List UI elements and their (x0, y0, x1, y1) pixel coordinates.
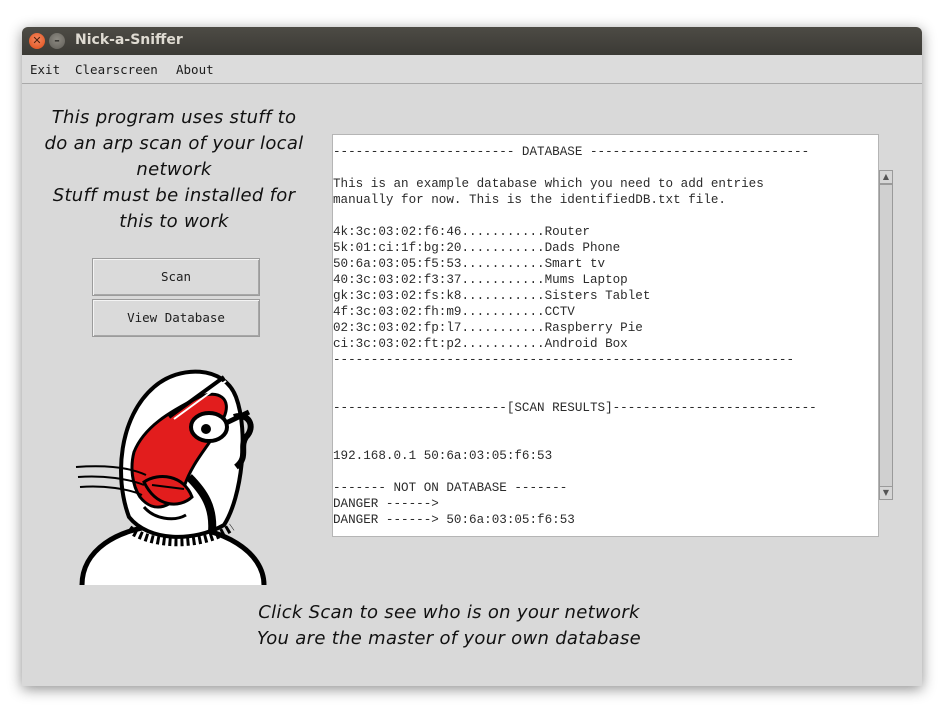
minimize-window-button[interactable]: – (49, 33, 65, 49)
title-bar[interactable]: ✕ – Nick-a-Sniffer (22, 27, 922, 55)
menu-bar: Exit Clearscreen About (22, 55, 922, 84)
output-scrollbar[interactable]: ▲ ▼ (879, 170, 893, 500)
close-window-button[interactable]: ✕ (29, 33, 45, 49)
output-line: DANGER ------> (333, 497, 439, 511)
output-line: This is an example database which you ne… (333, 177, 764, 191)
mascot-image (74, 357, 274, 587)
app-window: ✕ – Nick-a-Sniffer Exit Clearscreen Abou… (22, 27, 922, 686)
scroll-down-icon[interactable]: ▼ (880, 486, 892, 499)
footer-message: Click Scan to see who is on your network… (234, 600, 664, 652)
output-line: 4f:3c:03:02:fh:m9...........CCTV (333, 305, 575, 319)
output-line: gk:3c:03:02:fs:k8...........Sisters Tabl… (333, 289, 651, 303)
output-line: 5k:01:ci:1f:bg:20...........Dads Phone (333, 241, 621, 255)
output-line: ------- NOT ON DATABASE ------- (333, 481, 568, 495)
output-line: 02:3c:03:02:fp:l7...........Raspberry Pi… (333, 321, 643, 335)
window-title: Nick-a-Sniffer (75, 32, 183, 48)
intro-line: do an arp scan of your local (44, 133, 304, 154)
intro-line: This program uses stuff to (51, 107, 297, 128)
output-line: 40:3c:03:02:f3:37...........Mums Laptop (333, 273, 628, 287)
intro-line: Stuff must be installed for (52, 185, 296, 206)
scan-button[interactable]: Scan (92, 258, 260, 296)
intro-line: this to work (119, 211, 229, 232)
menu-exit[interactable]: Exit (30, 62, 60, 77)
output-textbox[interactable]: ------------------------ DATABASE ------… (332, 134, 879, 537)
footer-line-1: Click Scan to see who is on your network (258, 602, 640, 623)
intro-text: This program uses stuff to do an arp sca… (34, 105, 314, 235)
output-text: ------------------------ DATABASE ------… (333, 144, 863, 534)
output-line: ------------------------ DATABASE ------… (333, 145, 810, 159)
output-line: manually for now. This is the identified… (333, 193, 726, 207)
output-line: -----------------------[SCAN RESULTS]---… (333, 401, 817, 415)
output-line: ----------------------------------------… (333, 353, 795, 367)
intro-line: network (136, 159, 212, 180)
output-line: DANGER ------> 50:6a:03:05:f6:53 (333, 513, 575, 527)
menu-about[interactable]: About (176, 62, 214, 77)
scroll-up-icon[interactable]: ▲ (880, 171, 892, 184)
output-line: 192.168.0.1 50:6a:03:05:f6:53 (333, 449, 553, 463)
output-line: ci:3c:03:02:ft:p2...........Android Box (333, 337, 628, 351)
view-database-button[interactable]: View Database (92, 299, 260, 337)
footer-line-2: You are the master of your own database (256, 628, 642, 649)
output-line: 50:6a:03:05:f5:53...........Smart tv (333, 257, 606, 271)
menu-clearscreen[interactable]: Clearscreen (75, 62, 158, 77)
scrollbar-thumb[interactable] (880, 184, 892, 488)
output-line: 4k:3c:03:02:f6:46...........Router (333, 225, 590, 239)
